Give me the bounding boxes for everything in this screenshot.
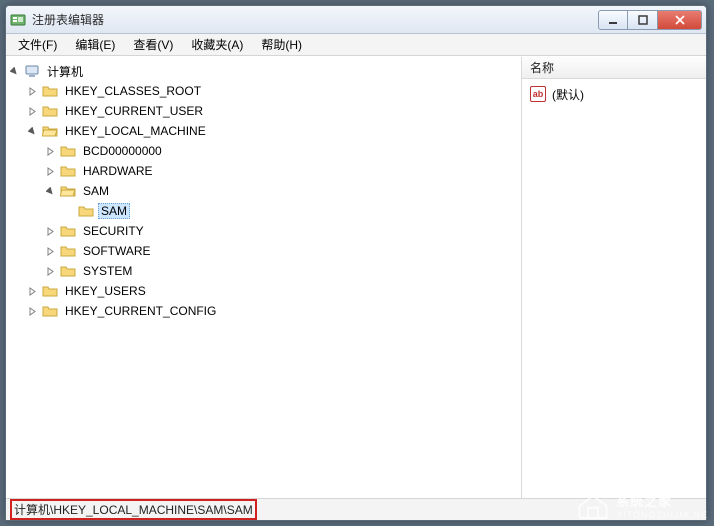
titlebar[interactable]: 注册表编辑器 bbox=[6, 6, 706, 34]
menu-file[interactable]: 文件(F) bbox=[10, 34, 65, 55]
value-row-default[interactable]: ab (默认) bbox=[530, 85, 698, 103]
tree-hardware[interactable]: HARDWARE bbox=[44, 161, 521, 181]
folder-icon bbox=[42, 103, 58, 119]
tree-label-selected: SAM bbox=[98, 203, 130, 219]
tree-label: HKEY_USERS bbox=[62, 283, 149, 299]
folder-icon bbox=[42, 83, 58, 99]
folder-open-icon bbox=[42, 123, 58, 139]
menu-favorites[interactable]: 收藏夹(A) bbox=[183, 34, 251, 55]
tree-hkcr[interactable]: HKEY_CLASSES_ROOT bbox=[26, 81, 521, 101]
folder-icon bbox=[60, 163, 76, 179]
close-button[interactable] bbox=[658, 10, 702, 30]
tree-system[interactable]: SYSTEM bbox=[44, 261, 521, 281]
expand-icon[interactable] bbox=[44, 245, 56, 257]
tree-root[interactable]: 计算机 bbox=[8, 61, 521, 81]
expand-icon[interactable] bbox=[26, 285, 38, 297]
folder-icon bbox=[60, 143, 76, 159]
folder-icon bbox=[78, 203, 94, 219]
menubar: 文件(F) 编辑(E) 查看(V) 收藏夹(A) 帮助(H) bbox=[6, 34, 706, 56]
tree-label: SYSTEM bbox=[80, 263, 135, 279]
tree-sam[interactable]: SAM bbox=[44, 181, 521, 201]
tree-label: BCD00000000 bbox=[80, 143, 165, 159]
expand-icon[interactable] bbox=[26, 105, 38, 117]
expand-icon[interactable] bbox=[44, 165, 56, 177]
folder-icon bbox=[42, 303, 58, 319]
tree-bcd[interactable]: BCD00000000 bbox=[44, 141, 521, 161]
tree-pane[interactable]: 计算机 HKEY_CLASSES_ROOT HKEY_CURRENT_USER bbox=[6, 57, 522, 498]
tree-label: HARDWARE bbox=[80, 163, 156, 179]
tree-label: SOFTWARE bbox=[80, 243, 154, 259]
body: 计算机 HKEY_CLASSES_ROOT HKEY_CURRENT_USER bbox=[6, 56, 706, 498]
tree-hku[interactable]: HKEY_USERS bbox=[26, 281, 521, 301]
tree-label: HKEY_LOCAL_MACHINE bbox=[62, 123, 209, 139]
string-value-icon: ab bbox=[530, 86, 546, 102]
values-header[interactable]: 名称 bbox=[522, 57, 706, 79]
tree-label: 计算机 bbox=[44, 62, 86, 81]
tree-hkcu[interactable]: HKEY_CURRENT_USER bbox=[26, 101, 521, 121]
minimize-button[interactable] bbox=[598, 10, 628, 30]
folder-icon bbox=[60, 243, 76, 259]
values-list[interactable]: ab (默认) bbox=[522, 79, 706, 498]
menu-help[interactable]: 帮助(H) bbox=[253, 34, 310, 55]
app-icon bbox=[10, 12, 26, 28]
values-pane: 名称 ab (默认) bbox=[522, 57, 706, 498]
tree-label: SAM bbox=[80, 183, 112, 199]
folder-icon bbox=[60, 263, 76, 279]
collapse-icon[interactable] bbox=[26, 125, 38, 137]
expand-icon[interactable] bbox=[44, 265, 56, 277]
tree-label: SECURITY bbox=[80, 223, 147, 239]
menu-view[interactable]: 查看(V) bbox=[125, 34, 181, 55]
tree-software[interactable]: SOFTWARE bbox=[44, 241, 521, 261]
expand-icon[interactable] bbox=[44, 145, 56, 157]
menu-edit[interactable]: 编辑(E) bbox=[67, 34, 123, 55]
tree-label: HKEY_CURRENT_CONFIG bbox=[62, 303, 219, 319]
status-path: 计算机\HKEY_LOCAL_MACHINE\SAM\SAM bbox=[10, 499, 257, 520]
statusbar: 计算机\HKEY_LOCAL_MACHINE\SAM\SAM bbox=[6, 498, 706, 520]
maximize-button[interactable] bbox=[628, 10, 658, 30]
expand-icon[interactable] bbox=[44, 225, 56, 237]
collapse-icon[interactable] bbox=[44, 185, 56, 197]
tree-label: HKEY_CURRENT_USER bbox=[62, 103, 206, 119]
computer-icon bbox=[24, 63, 40, 79]
folder-icon bbox=[60, 223, 76, 239]
folder-open-icon bbox=[60, 183, 76, 199]
expand-icon[interactable] bbox=[26, 305, 38, 317]
expand-icon[interactable] bbox=[26, 85, 38, 97]
tree-sam-sam[interactable]: SAM bbox=[62, 201, 521, 221]
window-title: 注册表编辑器 bbox=[32, 11, 598, 28]
collapse-icon[interactable] bbox=[8, 65, 20, 77]
tree-security[interactable]: SECURITY bbox=[44, 221, 521, 241]
value-name: (默认) bbox=[552, 86, 584, 103]
tree-hkcc[interactable]: HKEY_CURRENT_CONFIG bbox=[26, 301, 521, 321]
tree-hklm[interactable]: HKEY_LOCAL_MACHINE bbox=[26, 121, 521, 141]
tree-label: HKEY_CLASSES_ROOT bbox=[62, 83, 204, 99]
folder-icon bbox=[42, 283, 58, 299]
column-name[interactable]: 名称 bbox=[530, 59, 554, 76]
window-buttons bbox=[598, 10, 702, 30]
regedit-window: 注册表编辑器 文件(F) 编辑(E) 查看(V) 收藏夹(A) 帮助(H) 计算… bbox=[5, 5, 707, 521]
